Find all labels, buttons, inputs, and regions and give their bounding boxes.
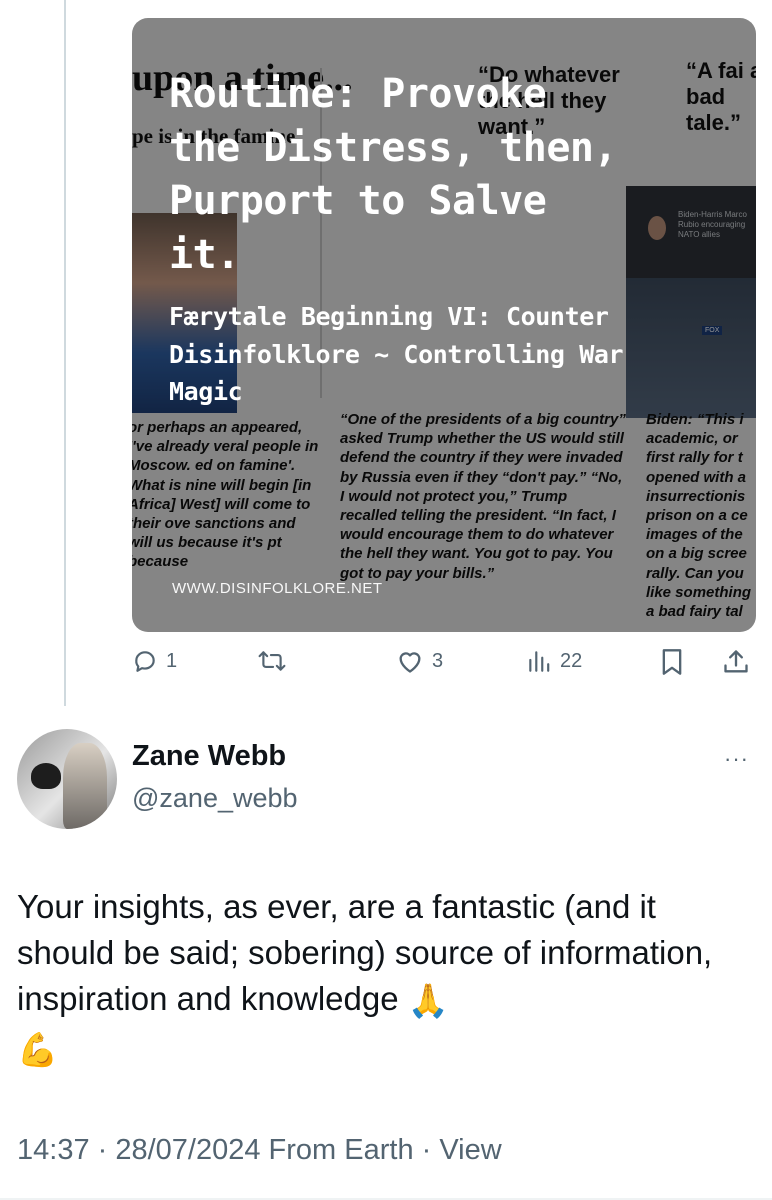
- reply-button[interactable]: 1: [132, 648, 177, 674]
- tweet-action-bar: 1 3 22: [0, 648, 772, 688]
- bookmark-button[interactable]: [660, 648, 684, 676]
- media-watermark: WWW.DISINFOLKLORE.NET: [172, 580, 383, 597]
- like-count: 3: [432, 649, 444, 672]
- retweet-button[interactable]: [258, 648, 294, 674]
- avatar[interactable]: [17, 729, 117, 829]
- author-name[interactable]: Zane Webb: [132, 740, 286, 773]
- thread-connector-line: [64, 0, 66, 706]
- avatar-figure-shape: [63, 743, 107, 829]
- tweet-text-body: Your insights, as ever, are a fantastic …: [17, 888, 713, 1018]
- more-icon[interactable]: ···: [724, 746, 749, 772]
- bookmark-icon: [662, 649, 682, 675]
- reply-count: 1: [166, 649, 178, 672]
- media-headline: Routine: Provoke the Distress, then, Pur…: [169, 71, 618, 278]
- share-icon: [724, 650, 748, 673]
- like-icon: [399, 652, 421, 673]
- retweet-icon: [258, 651, 286, 671]
- view-count: 22: [560, 649, 583, 672]
- views-icon: [529, 651, 550, 672]
- folded-hands-emoji: 🙏: [407, 982, 449, 1020]
- tweet-timestamp-meta[interactable]: 14:37 · 28/07/2024 From Earth · View: [17, 1134, 502, 1167]
- flexed-biceps-emoji: 💪: [17, 1030, 59, 1068]
- views-button[interactable]: 22: [526, 648, 582, 674]
- tweet-text: Your insights, as ever, are a fantastic …: [17, 884, 757, 1073]
- media-subheadline: Færytale Beginning VI: Counter Disinfolk…: [169, 302, 624, 406]
- author-handle[interactable]: @zane_webb: [132, 783, 298, 814]
- avatar-bird-shape: [31, 763, 61, 789]
- reply-icon: [135, 651, 155, 672]
- like-button[interactable]: 3: [396, 648, 443, 674]
- share-button[interactable]: [722, 648, 750, 676]
- tweet-media-image[interactable]: upon a time... pe is in the famine “Do w…: [132, 18, 756, 632]
